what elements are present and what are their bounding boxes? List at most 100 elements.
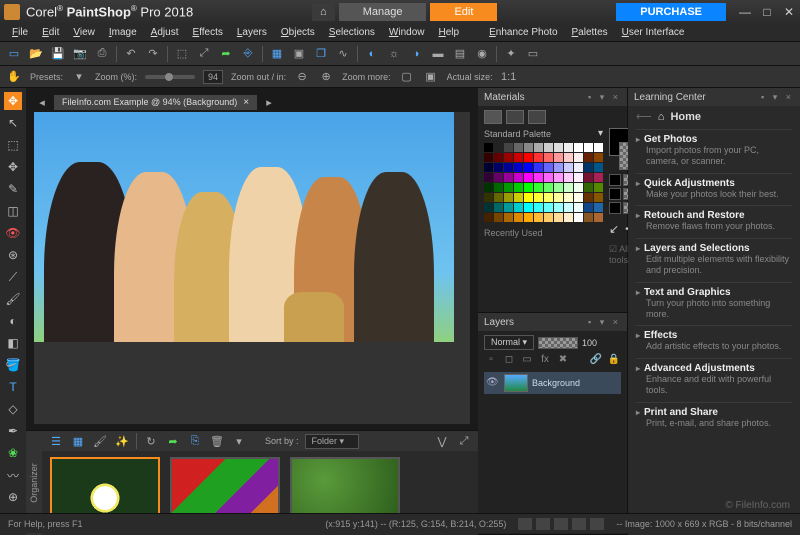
org-list-icon[interactable]: ☰ [48,433,64,449]
shape-tool[interactable]: ◇ [4,400,22,418]
status-icon-5[interactable] [590,518,604,530]
palette-swatch[interactable] [494,183,503,192]
zoom-fit-icon[interactable]: ▢ [399,69,415,85]
sort-dropdown[interactable]: Folder ▾ [305,434,360,449]
palette-swatch[interactable] [484,163,493,172]
delete-layer-icon[interactable]: ✖ [556,354,570,368]
palette-swatch[interactable] [584,213,593,222]
palette-swatch[interactable] [564,213,573,222]
status-icon-1[interactable] [518,518,532,530]
learn-item[interactable]: Print and SharePrint, e-mail, and share … [636,402,792,435]
opacity-slider[interactable] [538,337,578,349]
palette-swatch[interactable] [564,193,573,202]
dropper-tool[interactable]: ✎ [4,180,22,198]
palette-swatch[interactable] [594,203,603,212]
edit-tab-button[interactable]: Edit [430,3,497,21]
color-palette[interactable] [484,143,603,222]
mat-tab-2[interactable] [506,110,524,124]
palette-swatch[interactable] [524,193,533,202]
menu-layers[interactable]: Layers [231,26,273,39]
menu-help[interactable]: Help [433,26,466,39]
palette-swatch[interactable] [554,213,563,222]
menu-file[interactable]: File [6,26,34,39]
palette-swatch[interactable] [574,163,583,172]
palette-swatch[interactable] [544,143,553,152]
status-icon-3[interactable] [554,518,568,530]
menu-objects[interactable]: Objects [275,26,321,39]
org-wand-icon[interactable]: ✨ [114,433,130,449]
palette-swatch[interactable] [484,213,493,222]
palette-swatch[interactable] [524,173,533,182]
palette-swatch[interactable] [584,163,593,172]
save-icon[interactable]: 💾 [50,46,66,62]
palette-swatch[interactable] [534,203,543,212]
org-rotate-icon[interactable]: ↻ [143,433,159,449]
layer-row[interactable]: 👁 Background [484,372,621,394]
palette-swatch[interactable] [514,183,523,192]
crop-tool[interactable]: ◫ [4,202,22,220]
zoom-window-icon[interactable]: ▣ [423,69,439,85]
window-icon[interactable]: ▣ [291,46,307,62]
palette-swatch[interactable] [554,173,563,182]
swap-icon[interactable]: ↙ [609,222,619,236]
manage-tab-button[interactable]: Manage [339,3,427,21]
menu-window[interactable]: Window [383,26,431,39]
status-icon-4[interactable] [572,518,586,530]
palette-swatch[interactable] [544,173,553,182]
palette-swatch[interactable] [574,153,583,162]
palette-swatch[interactable] [554,193,563,202]
eraser-tool[interactable]: ◧ [4,334,22,352]
palette-swatch[interactable] [514,213,523,222]
menu-user-interface[interactable]: User Interface [616,26,691,39]
palette-swatch[interactable] [514,143,523,152]
blend-mode-dropdown[interactable]: Normal ▾ [484,335,534,350]
lock-layer-icon[interactable]: 🔒 [607,354,621,368]
palette-swatch[interactable] [494,153,503,162]
palette-swatch[interactable] [534,183,543,192]
palette-swatch[interactable] [514,203,523,212]
new-group-icon[interactable]: ▭ [520,354,534,368]
zoom-slider[interactable] [145,75,195,79]
palette-swatch[interactable] [554,163,563,172]
palette-swatch[interactable] [544,163,553,172]
crop-icon[interactable]: ⬚ [174,46,190,62]
actual-size-icon[interactable]: 1:1 [501,69,517,85]
link-icon[interactable]: ⎆ [240,46,256,62]
menu-image[interactable]: Image [103,26,143,39]
new-icon[interactable]: ▭ [6,46,22,62]
mat-tab-1[interactable] [484,110,502,124]
new-mask-icon[interactable]: ◻ [502,354,516,368]
hue-icon[interactable]: ◉ [474,46,490,62]
screen-icon[interactable]: ▭ [525,46,541,62]
straighten-tool[interactable]: ⟋ [4,268,22,286]
palette-swatch[interactable] [584,153,593,162]
contrast-icon[interactable]: ◑ [408,46,424,62]
palette-swatch[interactable] [524,183,533,192]
learn-item[interactable]: Text and GraphicsTurn your photo into so… [636,282,792,326]
palette-swatch[interactable] [594,153,603,162]
palette-swatch[interactable] [534,163,543,172]
palette-swatch[interactable] [524,143,533,152]
palette-swatch[interactable] [574,143,583,152]
canvas[interactable] [34,112,470,424]
move-tool[interactable]: ✥ [4,158,22,176]
fill-icon[interactable]: ▬ [430,46,446,62]
menu-palettes[interactable]: Palettes [566,26,614,39]
add-tool[interactable]: ⊕ [4,488,22,506]
palette-swatch[interactable] [514,173,523,182]
palette-swatch[interactable] [514,153,523,162]
undo-icon[interactable]: ↶ [123,46,139,62]
palette-swatch[interactable] [574,183,583,192]
palette-swatch[interactable] [554,153,563,162]
pan-tool[interactable]: ✥ [4,92,22,110]
org-grid-icon[interactable]: ▦ [70,433,86,449]
redo-icon[interactable]: ↷ [145,46,161,62]
palette-swatch[interactable] [564,203,573,212]
quick-icon[interactable]: ✦ [503,46,519,62]
palette-swatch[interactable] [484,153,493,162]
levels-icon[interactable]: ▤ [452,46,468,62]
learn-item[interactable]: Get PhotosImport photos from your PC, ca… [636,129,792,173]
palette-swatch[interactable] [504,213,513,222]
text-tool[interactable]: T [4,378,22,396]
resize-icon[interactable]: ⤢ [196,46,212,62]
